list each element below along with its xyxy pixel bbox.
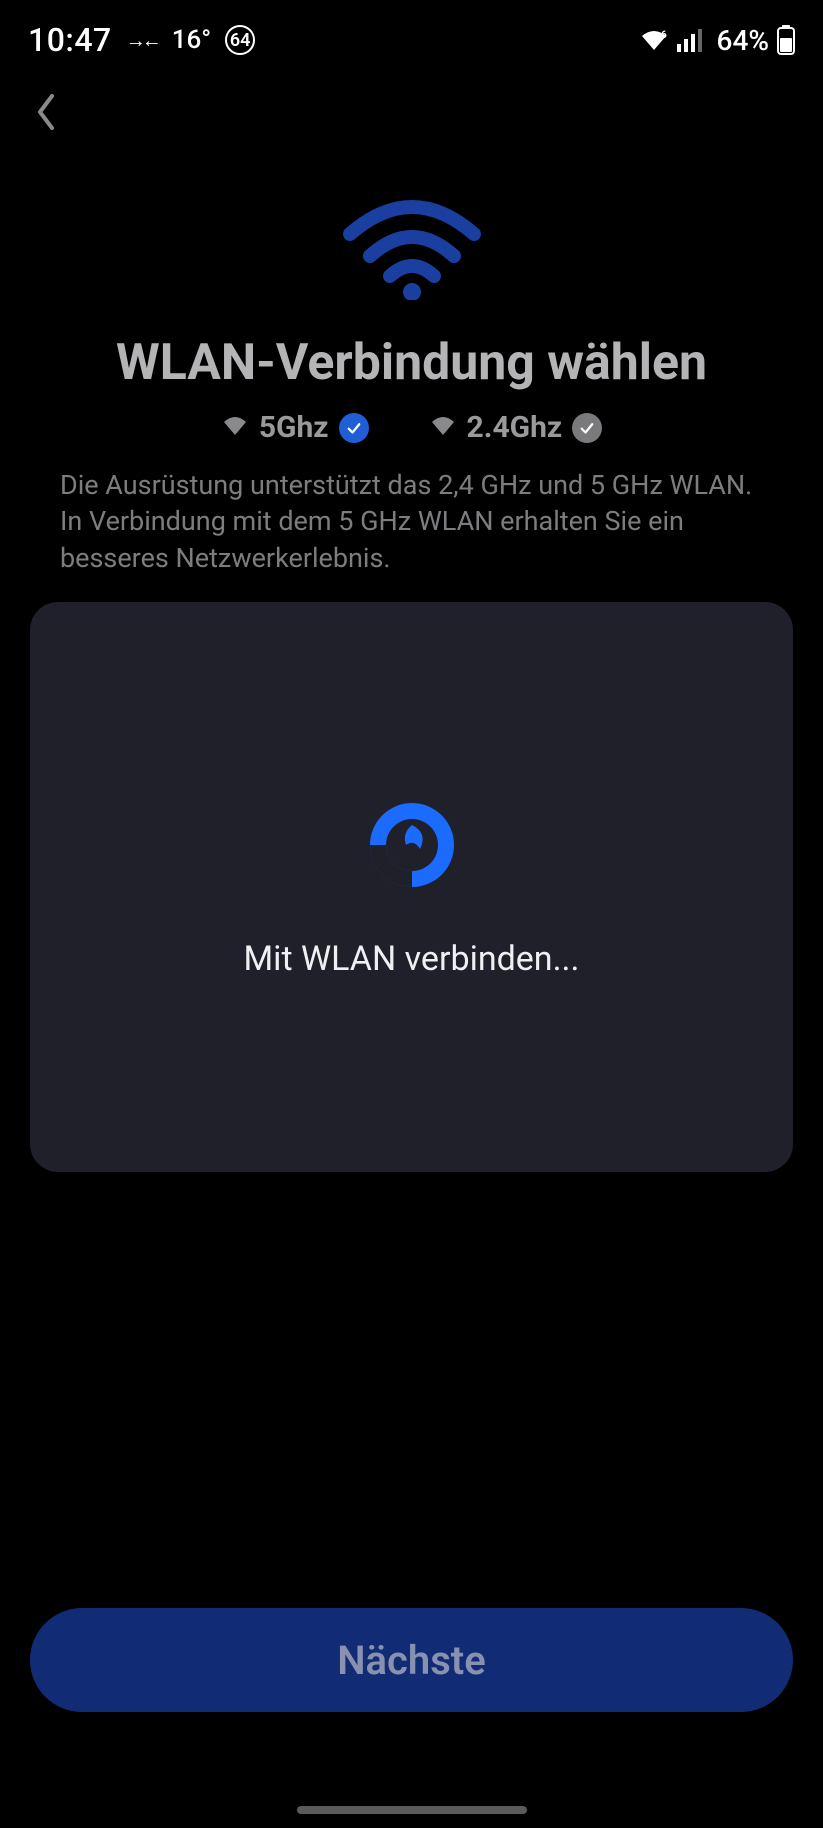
band-5ghz-label: 5Ghz [259,410,329,445]
next-button[interactable]: Nächste [30,1608,793,1712]
cell-signal-icon [677,28,705,52]
band-selector: 5Ghz 2.4Ghz [0,410,823,445]
status-time: 10:47 [28,21,112,59]
sync-arrows-icon: →← [126,28,158,53]
page-description: Die Ausrüstung unterstützt das 2,4 GHz u… [0,445,823,576]
next-button-label: Nächste [337,1637,486,1684]
status-notification-badge: 64 [225,25,255,55]
wifi-signal-icon: 6 [639,28,669,52]
check-unselected-icon [572,413,602,443]
connecting-text: Mit WLAN verbinden... [244,939,580,979]
check-selected-icon [339,413,369,443]
band-5ghz[interactable]: 5Ghz [221,410,369,445]
connecting-card: Mit WLAN verbinden... [30,602,793,1172]
page-title: WLAN-Verbindung wählen [0,334,823,392]
status-temperature: 16° [172,25,212,55]
home-indicator[interactable] [297,1806,527,1814]
status-bar: 10:47 →← 16° 64 6 64% [0,0,823,70]
svg-text:6: 6 [661,30,667,41]
wifi-hero-icon [342,200,482,300]
loading-spinner-icon [362,795,462,895]
wifi-small-icon [221,415,249,441]
band-24ghz[interactable]: 2.4Ghz [429,410,603,445]
battery-percentage: 64% [717,24,769,57]
chevron-left-icon [34,92,58,132]
band-24ghz-label: 2.4Ghz [467,410,563,445]
wifi-small-icon [429,415,457,441]
back-button[interactable] [24,90,68,134]
battery-icon [777,25,795,55]
